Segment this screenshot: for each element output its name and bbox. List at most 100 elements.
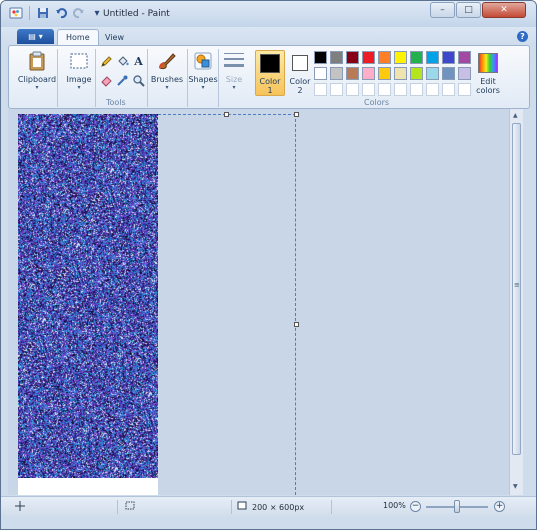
text-tool-icon[interactable]: A — [131, 54, 146, 69]
palette-swatch[interactable] — [442, 83, 455, 96]
palette-swatch[interactable] — [330, 51, 343, 64]
palette-swatch[interactable] — [410, 83, 423, 96]
palette-swatch[interactable] — [314, 83, 327, 96]
canvas-bottom-strip — [18, 478, 158, 495]
ribbon-home: Clipboard ▾ Image ▾ A Tools Brushes ▾ Sh… — [8, 45, 530, 109]
color1-swatch — [260, 54, 280, 73]
paint-app-icon[interactable] — [9, 6, 23, 20]
size-label: Size — [225, 75, 243, 84]
resize-handle-right[interactable] — [294, 322, 299, 327]
brush-icon — [156, 50, 178, 72]
image-button[interactable]: Image ▾ — [61, 50, 97, 96]
palette-swatch[interactable] — [394, 51, 407, 64]
help-icon[interactable]: ? — [517, 31, 528, 42]
canvas-area[interactable] — [8, 109, 509, 495]
palette-swatch[interactable] — [458, 67, 471, 80]
shapes-label: Shapes — [188, 75, 218, 84]
paint-menu-icon: ▤ — [28, 32, 36, 41]
chevron-down-icon: ▾ — [77, 84, 81, 91]
clipboard-button[interactable]: Clipboard ▾ — [17, 50, 57, 96]
eraser-icon[interactable] — [99, 73, 114, 88]
scrollbar-thumb[interactable] — [512, 123, 521, 455]
palette-swatch[interactable] — [442, 67, 455, 80]
color-spectrum-icon — [478, 53, 498, 73]
resize-handle-top-right[interactable] — [294, 112, 299, 117]
size-button[interactable]: Size ▾ — [216, 50, 252, 96]
zoom-out-button[interactable]: − — [410, 501, 421, 512]
magnifier-icon[interactable] — [131, 73, 146, 88]
edit-colors-button[interactable]: Edit colors — [471, 50, 505, 96]
brushes-button[interactable]: Brushes ▾ — [149, 50, 185, 96]
window-controls: – □ ✕ — [430, 2, 526, 18]
chevron-down-icon: ▾ — [38, 32, 43, 41]
clipboard-icon — [26, 50, 48, 72]
palette-swatch[interactable] — [378, 51, 391, 64]
palette-swatch[interactable] — [330, 67, 343, 80]
palette-swatch[interactable] — [362, 67, 375, 80]
color2-label-line2: 2 — [297, 86, 303, 95]
image-dimensions: 200 × 600px — [237, 501, 304, 513]
colors-group-label: Colors — [364, 98, 390, 107]
palette-swatch[interactable] — [426, 67, 439, 80]
color1-label-line2: 1 — [267, 86, 273, 95]
palette-swatch[interactable] — [314, 67, 327, 80]
image-label: Image — [66, 75, 92, 84]
pencil-icon[interactable] — [99, 54, 114, 69]
palette-swatch[interactable] — [362, 51, 375, 64]
palette-swatch[interactable] — [442, 51, 455, 64]
chevron-down-icon: ▾ — [201, 84, 205, 91]
palette-swatch[interactable] — [378, 83, 391, 96]
tab-view[interactable]: View — [97, 29, 132, 45]
palette-swatch[interactable] — [314, 51, 327, 64]
palette-swatch[interactable] — [410, 51, 423, 64]
palette-swatch[interactable] — [346, 67, 359, 80]
color2-button[interactable]: Color 2 — [285, 50, 315, 96]
color1-label-line1: Color — [259, 77, 281, 86]
zoom-in-button[interactable]: + — [494, 501, 505, 512]
clipboard-label: Clipboard — [17, 75, 57, 84]
customize-qat-icon[interactable]: ▾ — [90, 6, 104, 20]
undo-icon[interactable] — [54, 6, 68, 20]
palette-swatch[interactable] — [394, 67, 407, 80]
tools-group-label: Tools — [106, 98, 126, 107]
maximize-button[interactable]: □ — [456, 2, 481, 18]
paint-window: ▾ Untitled - Paint – □ ✕ ▤ ▾ Home View ?… — [0, 0, 537, 530]
image-size-icon — [237, 501, 248, 513]
palette-swatch[interactable] — [378, 67, 391, 80]
palette-swatch[interactable] — [330, 83, 343, 96]
minimize-button[interactable]: – — [430, 2, 455, 18]
palette-swatch[interactable] — [346, 83, 359, 96]
image-canvas[interactable] — [18, 114, 158, 478]
palette-swatch[interactable] — [426, 51, 439, 64]
palette-swatch[interactable] — [410, 67, 423, 80]
paint-menu-button[interactable]: ▤ ▾ — [17, 29, 54, 44]
zoom-slider-thumb[interactable] — [454, 500, 460, 513]
group-separator — [147, 49, 148, 107]
scrollbar-grip-icon: ≡ — [514, 281, 520, 289]
tab-home[interactable]: Home — [57, 29, 99, 45]
palette-swatch[interactable] — [458, 83, 471, 96]
palette-swatch[interactable] — [458, 51, 471, 64]
palette-swatch[interactable] — [346, 51, 359, 64]
resize-handle-top[interactable] — [224, 112, 229, 117]
color1-button[interactable]: Color 1 — [255, 50, 285, 96]
scroll-down-arrow-icon[interactable]: ▼ — [513, 483, 518, 490]
fill-bucket-icon[interactable] — [115, 54, 130, 69]
close-button[interactable]: ✕ — [482, 2, 526, 18]
color-picker-icon[interactable] — [115, 73, 130, 88]
image-dimensions-text: 200 × 600px — [252, 502, 305, 512]
redo-icon[interactable] — [72, 6, 86, 20]
vertical-scrollbar[interactable]: ▲ ≡ ▼ — [509, 109, 523, 495]
noise-image — [18, 114, 158, 478]
brushes-label: Brushes — [150, 75, 184, 84]
palette-swatch[interactable] — [426, 83, 439, 96]
status-separator — [117, 500, 118, 514]
save-icon[interactable] — [36, 6, 50, 20]
palette-swatch[interactable] — [362, 83, 375, 96]
quick-access-toolbar: ▾ — [9, 6, 104, 20]
status-separator — [331, 500, 332, 514]
scroll-up-arrow-icon[interactable]: ▲ — [513, 112, 518, 119]
ribbon-tab-bar: ▤ ▾ Home View ? — [1, 27, 536, 45]
palette-swatch[interactable] — [394, 83, 407, 96]
chevron-down-icon: ▾ — [165, 84, 169, 91]
